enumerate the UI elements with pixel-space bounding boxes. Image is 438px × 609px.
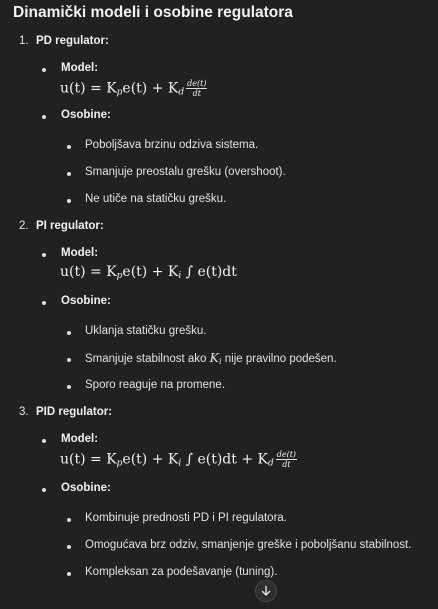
feature-item: Smanjuje preostalu grešku (overshoot). <box>85 166 286 178</box>
bullet <box>42 68 46 72</box>
features-label: Osobine: <box>61 109 111 121</box>
bullet <box>67 172 71 176</box>
bullet <box>67 358 71 362</box>
feature-item: Sporo reaguje na promene. <box>85 379 226 391</box>
pd-model-formula: u(t) = Kpe(t) + Kd de(t) dt <box>60 79 208 98</box>
section-number: 2. <box>19 220 29 232</box>
feature-item: Kompleksan za podešavanje (tuning). <box>85 566 278 578</box>
bullet <box>42 115 46 119</box>
feature-item: Uklanja statičku grešku. <box>85 325 207 337</box>
pid-model-formula: u(t) = Kpe(t) + Ki ∫ e(t)dt + Kd de(t) dt <box>60 450 298 469</box>
bullet <box>67 385 71 389</box>
bullet <box>67 199 71 203</box>
section-number: 1. <box>19 35 29 47</box>
model-label: Model: <box>61 247 99 259</box>
section-number: 3. <box>19 406 29 418</box>
section-title-pid: PID regulator: <box>36 406 113 418</box>
bullet <box>67 545 71 549</box>
bullet <box>67 572 71 576</box>
feature-item: Smanjuje stabilnost ako Ki nije pravilno… <box>85 350 337 366</box>
scroll-to-bottom-button[interactable] <box>255 580 277 602</box>
model-label: Model: <box>61 62 99 74</box>
features-label: Osobine: <box>61 295 111 307</box>
bullet <box>67 145 71 149</box>
arrow-down-icon <box>261 585 271 596</box>
section-title-pi: PI regulator: <box>36 220 104 232</box>
page-title: Dinamički modeli i osobine regulatora <box>13 4 293 21</box>
features-label: Osobine: <box>61 482 111 494</box>
feature-item: Ne utiče na statičku grešku. <box>85 193 227 205</box>
bullet <box>42 301 46 305</box>
feature-item: Omogućava brz odziv, smanjenje greške i … <box>85 539 412 551</box>
bullet <box>67 518 71 522</box>
feature-item: Kombinuje prednosti PD i PI regulatora. <box>85 512 287 524</box>
section-title-pd: PD regulator: <box>36 35 109 47</box>
feature-item: Poboljšava brzinu odziva sistema. <box>85 139 259 151</box>
pi-model-formula: u(t) = Kpe(t) + Ki ∫ e(t)dt <box>60 264 237 281</box>
bullet <box>67 331 71 335</box>
bullet <box>42 253 46 257</box>
bullet <box>42 439 46 443</box>
model-label: Model: <box>61 433 99 445</box>
bullet <box>42 488 46 492</box>
